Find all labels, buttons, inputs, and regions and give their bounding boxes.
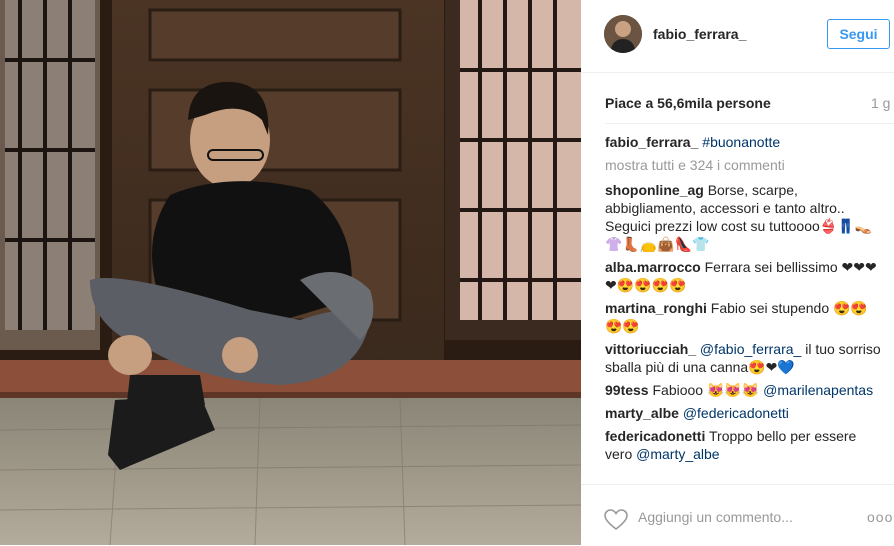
post-time[interactable]: 1 g (871, 95, 890, 111)
comment-mention[interactable]: @fabio_ferrara_ (700, 341, 801, 357)
add-comment-input[interactable]: Aggiungi un commento... (638, 509, 793, 525)
comment-username[interactable]: alba.marrocco (605, 259, 701, 275)
comment-mention[interactable]: @marty_albe (636, 446, 719, 462)
post-sidebar: fabio_ferrara_ Segui Piace a 56,6mila pe… (581, 0, 894, 545)
comment-item: martina_ronghi Fabio sei stupendo 😍😍😍😍 (605, 299, 885, 335)
follow-button[interactable]: Segui (827, 19, 890, 49)
comment-username[interactable]: marty_albe (605, 405, 679, 421)
post-header: fabio_ferrara_ Segui (581, 0, 894, 73)
avatar-image (604, 15, 642, 53)
comment-username[interactable]: shoponline_ag (605, 182, 704, 198)
post-photo[interactable] (0, 0, 581, 545)
comment-mention[interactable]: @marilenapentas (763, 382, 873, 398)
caption: fabio_ferrara_ #buonanotte (605, 133, 885, 151)
post-footer: Aggiungi un commento... ooo (581, 484, 894, 546)
divider (605, 123, 894, 124)
comment-username[interactable]: vittoriucciah_ (605, 341, 696, 357)
view-all-comments-link[interactable]: mostra tutti e 324 i commenti (605, 157, 785, 173)
comment-mention[interactable]: @federicadonetti (683, 405, 789, 421)
comment-item: federicadonetti Troppo bello per essere … (605, 427, 885, 463)
heart-icon[interactable] (604, 509, 628, 536)
comment-item: alba.marrocco Ferrara sei bellissimo ❤❤❤… (605, 258, 885, 294)
avatar[interactable] (604, 15, 642, 53)
comment-text: Fabiooo 😻😻😻 (652, 382, 760, 398)
comment-username[interactable]: martina_ronghi (605, 300, 707, 316)
comment-list: shoponline_ag Borse, scarpe, abbigliamen… (605, 181, 885, 468)
comment-username[interactable]: 99tess (605, 382, 649, 398)
header-username[interactable]: fabio_ferrara_ (653, 26, 746, 42)
comment-item: marty_albe @federicadonetti (605, 404, 885, 422)
likes-count[interactable]: Piace a 56,6mila persone (605, 95, 771, 111)
photo-image (0, 0, 581, 545)
comment-item: vittoriucciah_ @fabio_ferrara_ il tuo so… (605, 340, 885, 376)
comment-item: 99tess Fabiooo 😻😻😻 @marilenapentas (605, 381, 885, 399)
comment-username[interactable]: federicadonetti (605, 428, 705, 444)
comment-item: shoponline_ag Borse, scarpe, abbigliamen… (605, 181, 885, 253)
caption-hashtag[interactable]: #buonanotte (702, 134, 780, 150)
more-options-icon[interactable]: ooo (867, 509, 893, 525)
caption-username[interactable]: fabio_ferrara_ (605, 134, 698, 150)
